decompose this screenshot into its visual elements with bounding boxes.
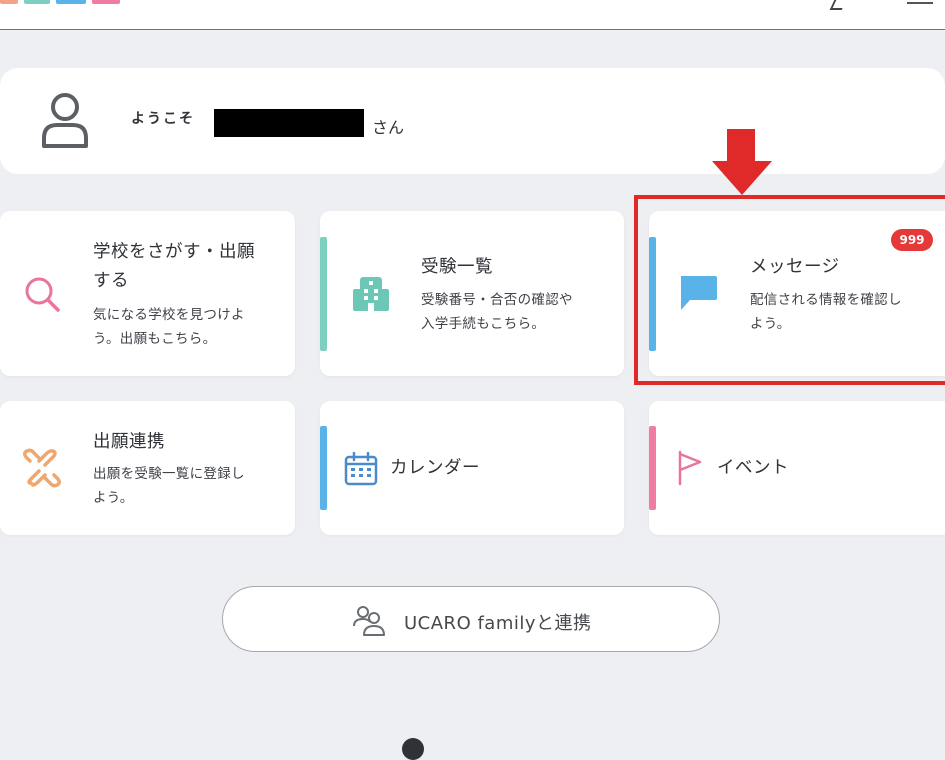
event-card[interactable]: イベント: [649, 401, 945, 535]
card-title: 出願連携: [93, 432, 165, 452]
card-accent-bar: [649, 426, 656, 510]
ucaro-family-link-button[interactable]: UCARO familyと連携: [222, 586, 720, 652]
footer-icon: [402, 738, 424, 760]
card-title: カレンダー: [390, 458, 480, 478]
people-icon: [353, 606, 385, 636]
application-link-card[interactable]: 出願連携 出願を受験一覧に登録し よう。: [0, 401, 295, 535]
welcome-suffix: さん: [372, 118, 405, 137]
school-building-icon: [353, 277, 389, 311]
user-name-redacted: [214, 109, 364, 137]
welcome-greeting: ようこそ: [131, 111, 195, 127]
card-description: 出願を受験一覧に登録し よう。: [93, 466, 245, 506]
search-school-card[interactable]: 学校をさがす・出願 する 気になる学校を見つけよ う。出願もこちら。: [0, 211, 295, 376]
annotation-arrow: [727, 129, 755, 163]
menu-icon[interactable]: [907, 2, 933, 4]
user-avatar-icon: [42, 93, 88, 148]
card-description: 気になる学校を見つけよ う。出願もこちら。: [93, 307, 245, 347]
notification-icon[interactable]: [829, 0, 847, 10]
family-button-label: UCARO familyと連携: [404, 613, 592, 634]
card-title: 学校をさがす・出願 する: [93, 242, 255, 291]
card-title: イベント: [717, 458, 789, 478]
card-accent-bar: [320, 237, 327, 351]
search-icon: [25, 277, 60, 312]
annotation-highlight-box: [634, 195, 945, 385]
calendar-card[interactable]: カレンダー: [320, 401, 624, 535]
card-accent-bar: [320, 426, 327, 510]
calendar-icon: [344, 452, 378, 486]
exam-list-card[interactable]: 受験一覧 受験番号・合否の確認や 入学手続もこちら。: [320, 211, 624, 376]
annotation-arrow-head: [712, 161, 772, 195]
card-title: 受験一覧: [421, 257, 493, 277]
flag-icon: [678, 450, 702, 486]
link-icon: [22, 448, 62, 488]
card-description: 受験番号・合否の確認や 入学手続もこちら。: [421, 292, 573, 332]
logo[interactable]: [0, 0, 128, 4]
top-bar: [0, 0, 945, 30]
welcome-card: ようこそ さん: [0, 68, 945, 174]
